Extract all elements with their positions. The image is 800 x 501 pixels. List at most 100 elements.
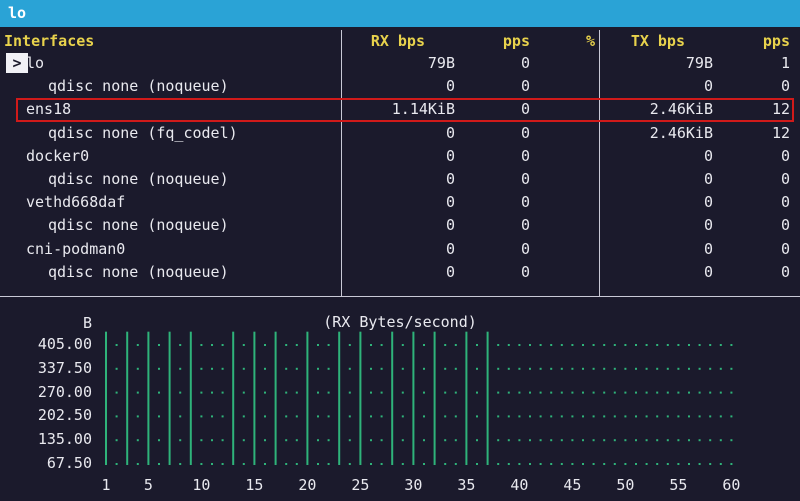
row-name[interactable]: qdisc none (noqueue) [48, 261, 229, 283]
row-name[interactable]: qdisc none (noqueue) [48, 168, 229, 190]
empty-dot [401, 391, 404, 394]
empty-dot [613, 439, 616, 442]
empty-dot [200, 391, 203, 394]
row-name[interactable]: qdisc none (noqueue) [48, 214, 229, 236]
empty-dot [136, 367, 139, 370]
graph-divider [0, 296, 800, 297]
row-rx-pps: 0 [520, 170, 530, 188]
bar-column-32 [433, 331, 436, 465]
header-tx-pps[interactable]: pps [740, 30, 790, 52]
bar-column-31 [423, 344, 425, 465]
empty-dot [539, 463, 542, 465]
empty-dot [645, 367, 648, 370]
empty-dot [529, 391, 531, 394]
row-name[interactable]: lo [26, 52, 44, 74]
empty-dot [529, 344, 531, 346]
bar-column-30 [412, 331, 415, 465]
x-tick-label: 1 [101, 476, 111, 494]
empty-dot [677, 391, 680, 394]
empty-dot [539, 415, 542, 418]
empty-dot [624, 391, 627, 394]
empty-dot [497, 391, 500, 394]
empty-dot [401, 463, 404, 465]
empty-dot [211, 439, 213, 442]
empty-dot [730, 439, 733, 442]
rx-bar [189, 331, 192, 465]
empty-dot [115, 439, 118, 442]
empty-dot [285, 344, 288, 346]
row-name[interactable]: vethd668daf [26, 191, 125, 213]
empty-dot [645, 415, 648, 418]
row-name[interactable]: cni-podman0 [26, 238, 125, 260]
empty-dot [688, 367, 690, 370]
empty-dot [211, 391, 213, 394]
empty-dot [592, 344, 595, 346]
row-name[interactable]: qdisc none (noqueue) [48, 75, 229, 97]
empty-dot [264, 367, 266, 370]
empty-dot [115, 391, 118, 394]
bar-column-14 [242, 344, 245, 465]
rx-bar [147, 331, 150, 465]
empty-dot [327, 463, 330, 465]
empty-dot [719, 415, 722, 418]
empty-dot [709, 367, 712, 370]
empty-dot [179, 415, 182, 418]
empty-dot [158, 415, 160, 418]
empty-dot [624, 367, 627, 370]
empty-dot [317, 367, 319, 370]
x-tick-label: 60 [722, 476, 741, 494]
empty-dot [624, 463, 627, 465]
empty-dot [613, 367, 616, 370]
row-tx-bps: 0 [703, 146, 713, 165]
empty-dot [666, 344, 669, 346]
empty-dot [613, 344, 616, 346]
x-tick-label: 15 [245, 476, 264, 494]
rx-bar [433, 331, 436, 465]
empty-dot [698, 439, 701, 442]
bar-column-12 [221, 344, 224, 465]
empty-dot [348, 391, 351, 394]
empty-dot [317, 391, 319, 394]
empty-dot [666, 391, 669, 394]
empty-dot [179, 463, 182, 465]
empty-dot [603, 415, 606, 418]
empty-dot [698, 463, 701, 465]
empty-dot [560, 344, 563, 346]
bar-column-8 [179, 344, 182, 465]
y-tick-label: 337.50 [37, 358, 92, 377]
header-rx-pps[interactable]: pps [470, 30, 530, 52]
bar-column-27 [380, 344, 383, 465]
row-name[interactable]: docker0 [26, 145, 89, 167]
bar-column-36 [476, 344, 478, 465]
bar-column-46 [582, 344, 584, 465]
empty-dot [603, 391, 606, 394]
empty-dot [666, 463, 669, 465]
empty-dot [476, 415, 478, 418]
empty-dot [221, 367, 224, 370]
empty-dot [158, 367, 160, 370]
row-name[interactable]: qdisc none (fq_codel) [48, 122, 238, 144]
empty-dot [370, 463, 372, 465]
empty-dot [582, 367, 584, 370]
bar-column-17 [274, 331, 277, 465]
empty-dot [295, 463, 298, 465]
empty-dot [688, 439, 690, 442]
empty-dot [158, 344, 160, 346]
header-tx-bps[interactable]: TX bps [600, 30, 685, 52]
empty-dot [592, 463, 595, 465]
empty-dot [348, 439, 351, 442]
empty-dot [582, 415, 584, 418]
header-interfaces[interactable]: Interfaces [4, 30, 94, 52]
empty-dot [518, 439, 521, 442]
empty-dot [592, 439, 595, 442]
empty-dot [666, 439, 669, 442]
empty-dot [571, 391, 574, 394]
x-tick-label: 55 [669, 476, 688, 494]
empty-dot [677, 439, 680, 442]
bar-column-3 [126, 331, 129, 465]
empty-dot [497, 367, 500, 370]
empty-dot [592, 367, 595, 370]
header-rx-bps[interactable]: RX bps [330, 30, 425, 52]
header-percent[interactable]: % [575, 30, 595, 52]
empty-dot [423, 391, 425, 394]
